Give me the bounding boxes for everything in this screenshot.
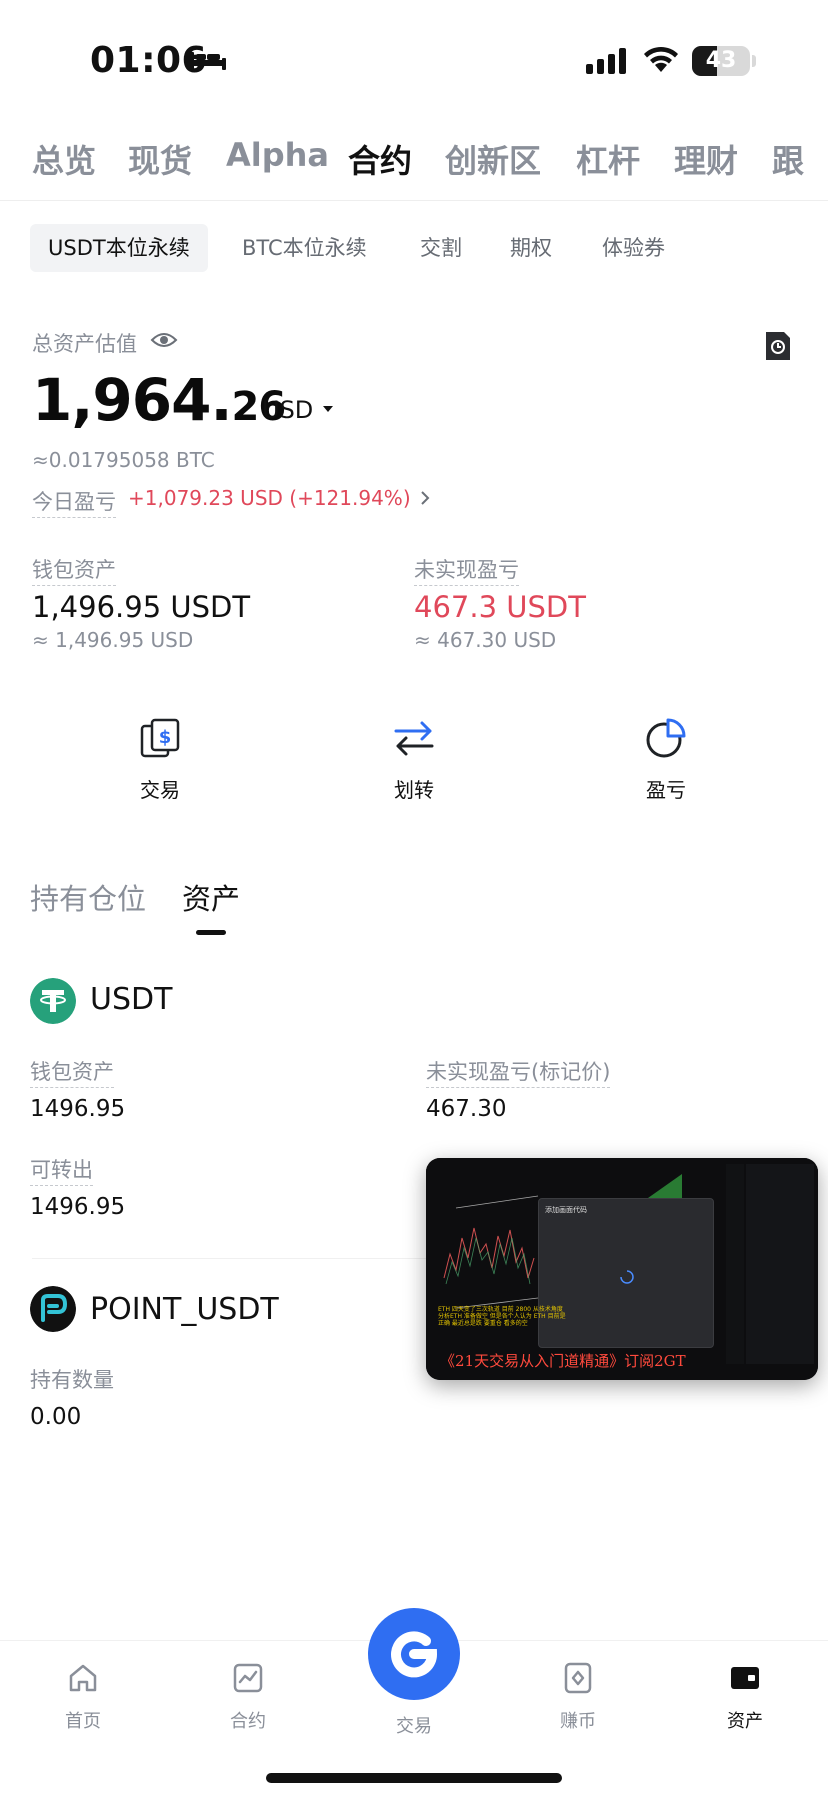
tab-alpha[interactable]: Alpha: [226, 136, 329, 174]
caret-down-icon[interactable]: [322, 404, 334, 414]
trade-action-label: 交易: [140, 778, 180, 802]
history-document-icon[interactable]: [764, 330, 792, 362]
usdt-wallet-label: 钱包资产: [30, 1056, 114, 1088]
pip-caption: 《21天交易从入门道精通》订阅2GT: [440, 1352, 686, 1370]
status-bar: 01:06 43: [0, 0, 828, 120]
unrealized-pnl-label: 未实现盈亏: [414, 554, 519, 586]
usdt-transferable-label: 可转出: [30, 1154, 93, 1186]
transfer-arrows-icon: [394, 721, 434, 756]
nav-trade-label: 交易: [396, 1716, 432, 1737]
btc-equivalent: ≈0.01795058 BTC: [32, 448, 215, 472]
svg-text:$: $: [159, 727, 172, 748]
pip-dialog-title: 添加画面代码: [545, 1206, 587, 1214]
unrealized-pnl-approx: ≈ 467.30 USD: [414, 628, 557, 652]
pnl-action-button[interactable]: 盈亏: [606, 716, 726, 816]
pnl-action-label: 盈亏: [646, 778, 686, 802]
total-assets-label: 总资产估值: [32, 332, 137, 356]
nav-futures[interactable]: 合约: [193, 1661, 303, 1751]
transfer-action-label: 划转: [394, 778, 434, 802]
usdt-unrealized-value: 467.30: [426, 1096, 507, 1122]
tab-margin[interactable]: 杠杆: [576, 136, 640, 182]
battery-icon: 43: [692, 46, 750, 76]
home-indicator: [266, 1773, 562, 1783]
tab-assets[interactable]: 资产: [182, 876, 240, 918]
nav-home[interactable]: 首页: [28, 1661, 138, 1751]
currency-selector[interactable]: USD: [262, 396, 313, 424]
pip-overlay-text: ETH 四天变了三次轨道 目前 2800 从技术角度分析ETH 准备做空 但是各…: [438, 1306, 566, 1327]
nav-earn-label: 赚币: [560, 1711, 596, 1732]
trade-action-button[interactable]: $ 交易: [100, 716, 220, 816]
transfer-action-button[interactable]: 划转: [354, 716, 474, 816]
tab-spot[interactable]: 现货: [128, 136, 192, 182]
tab-overview[interactable]: 总览: [32, 136, 96, 182]
point-coin-icon: [30, 1286, 76, 1332]
usdt-wallet-value: 1496.95: [30, 1096, 126, 1122]
battery-tip: [752, 55, 756, 67]
wallet-balance-label: 钱包资产: [32, 554, 116, 586]
wallet-balance-value: 1,496.95 USDT: [32, 590, 251, 624]
loading-spinner-icon: [620, 1270, 634, 1284]
home-icon: [69, 1664, 97, 1692]
nav-trade-button[interactable]: [368, 1608, 460, 1700]
unrealized-pnl-value: 467.3 USDT: [414, 590, 586, 624]
nav-assets[interactable]: 资产: [690, 1661, 800, 1751]
nav-earn[interactable]: 赚币: [523, 1661, 633, 1751]
total-assets-value: 1,964.26: [32, 366, 286, 434]
tab-divider: [0, 200, 828, 201]
pie-chart-icon: [646, 718, 686, 758]
today-pnl-value[interactable]: +1,079.23 USD (+121.94%): [128, 486, 411, 510]
subtab-vouchers[interactable]: 体验券: [584, 224, 683, 272]
main-tab-bar: 总览 现货 Alpha 合约 创新区 杠杆 理财 跟: [0, 130, 828, 194]
wifi-icon: [644, 46, 678, 72]
tab-active-indicator: [196, 930, 226, 935]
wallet-balance-approx: ≈ 1,496.95 USD: [32, 628, 194, 652]
battery-percent: 43: [705, 48, 737, 73]
chevron-right-icon[interactable]: [418, 488, 432, 508]
point-asset-name: POINT_USDT: [90, 1292, 279, 1327]
subtab-usdt-perpetual[interactable]: USDT本位永续: [30, 224, 208, 272]
subtab-options[interactable]: 期权: [492, 224, 570, 272]
trade-logo-icon: [391, 1631, 438, 1678]
eye-icon[interactable]: [150, 330, 178, 350]
point-holding-value: 0.00: [30, 1404, 82, 1430]
bed-icon: [190, 52, 226, 70]
tab-innovation[interactable]: 创新区: [445, 136, 541, 182]
wallet-icon: [731, 1667, 759, 1689]
nav-home-label: 首页: [65, 1711, 101, 1732]
nav-assets-label: 资产: [727, 1711, 763, 1732]
tab-copy[interactable]: 跟: [772, 136, 804, 182]
point-holding-label: 持有数量: [30, 1368, 114, 1392]
usdt-transferable-value: 1496.95: [30, 1194, 126, 1220]
total-assets-int: 1,964.: [32, 366, 232, 434]
subtab-delivery[interactable]: 交割: [402, 224, 480, 272]
usdt-asset-name: USDT: [90, 982, 173, 1017]
subtab-btc-perpetual[interactable]: BTC本位永续: [224, 224, 385, 272]
cellular-signal-icon: [586, 48, 626, 74]
nav-futures-label: 合约: [230, 1711, 266, 1732]
tab-earn[interactable]: 理财: [674, 136, 738, 182]
earn-diamond-icon: [564, 1662, 592, 1694]
usdt-unrealized-label: 未实现盈亏(标记价): [426, 1056, 611, 1088]
dollar-card-icon: $: [140, 718, 180, 758]
tab-positions[interactable]: 持有仓位: [30, 876, 146, 918]
tab-futures[interactable]: 合约: [348, 136, 412, 182]
pip-video-window[interactable]: 添加画面代码 ETH 四天变了三次轨道 目前 2800 从技术角度分析ETH 准…: [426, 1158, 818, 1380]
today-pnl-label[interactable]: 今日盈亏: [32, 486, 116, 518]
futures-chart-icon: [233, 1663, 263, 1693]
usdt-coin-icon: [30, 978, 76, 1024]
